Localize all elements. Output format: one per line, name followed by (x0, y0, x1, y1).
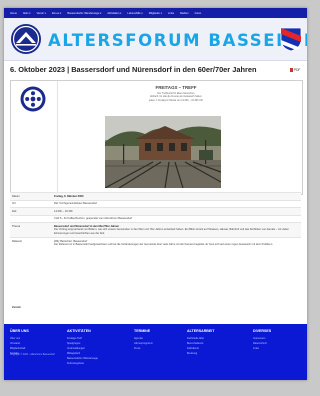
detail-row: CHF 5.- für Kaffee/Kuchen, gespendet vom… (10, 214, 301, 223)
page: Home Aktiv ▾ Verein ▾ Ein-us ▾ Bassersdorfer… (4, 8, 307, 380)
detail-value: CHF 5.- für Kaffee/Kuchen, gespendet vom… (52, 216, 301, 223)
detail-key: Zeit (12, 209, 17, 213)
nav-item[interactable]: Aktiv ▾ (23, 12, 31, 15)
pdf-icon (290, 68, 293, 72)
footer-link[interactable]: Beratung (187, 351, 241, 356)
pdf-label: PDF (294, 68, 301, 72)
detail-value: Willy Bettschart, Bassersdorf Der Referen… (52, 238, 301, 248)
footer-column: TERMINE Agenda Jahresprogramm Kurse (134, 329, 188, 351)
nav-item[interactable]: Mitglieder ▾ (149, 12, 162, 15)
nav-item[interactable]: Home (10, 12, 17, 15)
event-details-table: Datum Freitag, 6. Oktober 2023 Ort Ref. Kir… (10, 192, 301, 249)
detail-key: Referent (12, 239, 22, 243)
page-title: 6. Oktober 2023 | Bassersdorf und Nürens… (10, 65, 257, 74)
nav-item[interactable]: Links (168, 12, 174, 15)
footer-link[interactable]: Kontakt (10, 351, 64, 356)
detail-value: Freitag, 6. Oktober 2023 (52, 193, 301, 200)
detail-value-description: Der Referent ist in Bassersdorf aufgewac… (54, 243, 274, 247)
footer-column: ÜBER UNS Über uns Vorstand Mitgliedschaft Ko… (10, 329, 64, 356)
footer-link[interactable]: Kulturangebote (67, 361, 121, 366)
nav-item[interactable]: Ein-us ▾ (52, 12, 61, 15)
event-header: FREITAGS – TREFF Der Treffpunkt für älte… (101, 85, 251, 102)
detail-row: Datum Freitag, 6. Oktober 2023 (10, 192, 301, 200)
footer-link[interactable]: Links (253, 346, 307, 351)
detail-row: Referent Willy Bettschart, Bassersdorf Der… (10, 237, 301, 249)
historic-station-photo (105, 116, 221, 188)
nav-item[interactable]: Bassersdorfer Wanderwege ▾ (67, 12, 101, 15)
event-info-box: FREITAGS – TREFF Der Treffpunkt für älte… (10, 80, 303, 195)
detail-value-main: CHF 5.- für Kaffee/Kuchen, gespendet vom… (54, 217, 133, 221)
detail-value-main: 14.00h – 16.30h (54, 209, 73, 213)
nav-item[interactable]: Verein ▾ (37, 12, 46, 15)
nav-item[interactable]: Aktivitäten ▾ (107, 12, 121, 15)
detail-value: Ref. Kirchgemeindehaus Bassersdorf (52, 201, 301, 208)
detail-value-main: Ref. Kirchgemeindehaus Bassersdorf (54, 202, 97, 206)
footer-column-heading: TERMINE (134, 329, 151, 333)
pdf-download-link[interactable]: PDF (290, 68, 300, 72)
info-box-divider (57, 81, 58, 194)
top-navigation: Home Aktiv ▾ Verein ▾ Ein-us ▾ Bassersdorfer… (4, 8, 307, 18)
detail-value: 14.00h – 16.30h (52, 208, 301, 215)
detail-value-description: Der Vortrag zeigt anhand von Bildern, wi… (54, 228, 289, 236)
footer-column: ALTERSARBEIT Fachstelle Alter Besuchsdiens… (187, 329, 241, 356)
municipality-coat-of-arms-icon (280, 27, 302, 52)
detail-key: Datum (12, 194, 20, 198)
footer-column-heading: ÜBER UNS (10, 329, 29, 333)
footer-column: DIVERSES Impressum Datenschutz Links (253, 329, 307, 351)
footer-column-heading: AKTIVITÄTEN (67, 329, 91, 333)
footer-column: AKTIVITÄTEN Freitags-Treff Spielgruppe Vera… (67, 329, 121, 366)
site-header: ALTERSFORUM BASSERSDORF (4, 18, 307, 61)
back-link[interactable]: Zurück (12, 306, 21, 309)
footer-link[interactable]: Kurse (134, 346, 188, 351)
detail-key: Ort (12, 202, 16, 206)
event-subline-3: jeden 1. Freitag im Monat von 14.00h – 1… (148, 98, 204, 102)
event-heading: FREITAGS – TREFF (155, 85, 197, 90)
nav-item[interactable]: Lebenshilfe ▾ (127, 12, 142, 15)
site-title: ALTERSFORUM BASSERSDORF (48, 31, 307, 50)
detail-row: Ort Ref. Kirchgemeindehaus Bassersdorf (10, 199, 301, 208)
freitags-treff-logo-icon (20, 86, 46, 112)
detail-row: Zeit 14.00h – 16.30h (10, 207, 301, 215)
detail-row: Thema Bassersdorf und Nürensdorf in den 6… (10, 222, 301, 238)
altersforum-logo-icon[interactable] (10, 23, 42, 55)
footer-column-heading: ALTERSARBEIT (187, 329, 215, 333)
detail-key (10, 216, 52, 223)
footer-column-heading: DIVERSES (253, 329, 272, 333)
detail-key: Thema (12, 224, 21, 228)
detail-value: Bassersdorf und Nürensdorf in den 60er/7… (52, 223, 301, 237)
nav-item[interactable]: Medien (180, 12, 189, 15)
site-footer: Copyright © 2023 – Altersforum Bassersdo… (4, 324, 307, 380)
detail-value-main: Freitag, 6. Oktober 2023 (54, 194, 84, 198)
nav-item[interactable]: Intern (195, 12, 202, 15)
